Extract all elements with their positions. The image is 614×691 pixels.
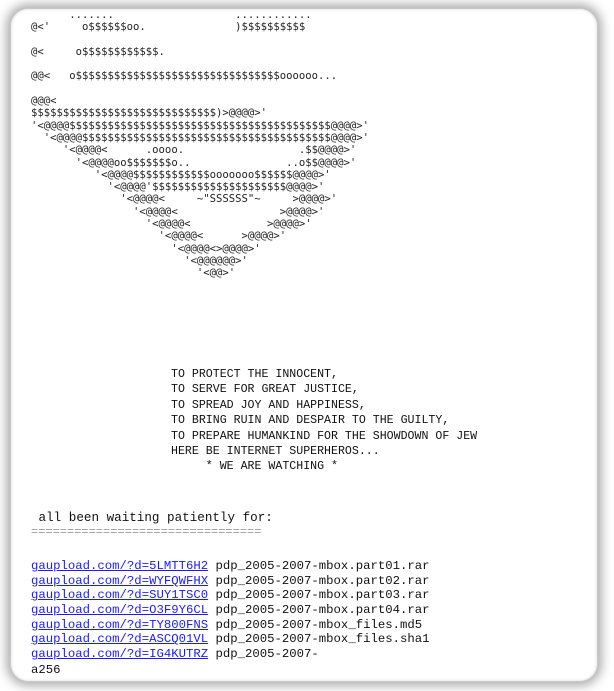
download-link[interactable]: gaupload.com/?d=5LMTT6H2 <box>31 559 208 573</box>
download-link[interactable]: gaupload.com/?d=ASCQ01VL <box>31 632 208 646</box>
file-row: gaupload.com/?d=ASCQ01VL pdp_2005-2007-m… <box>31 632 430 647</box>
file-name: pdp_2005-2007-mbox.part01.rar <box>208 559 430 573</box>
file-row: gaupload.com/?d=TY800FNS pdp_2005-2007-m… <box>31 618 430 633</box>
download-link-list: gaupload.com/?d=5LMTT6H2 pdp_2005-2007-m… <box>31 559 430 662</box>
intro-text: all been waiting patiently for: <box>31 511 273 525</box>
motto-text: TO PROTECT THE INNOCENT, TO SERVE FOR GR… <box>171 368 478 474</box>
file-name: pdp_2005-2007-mbox.part04.rar <box>208 603 430 618</box>
download-link[interactable]: gaupload.com/?d=SUY1TSC0 <box>31 588 208 602</box>
document-content: ....... ............ @<' o$$$$$$oo. )$$$… <box>31 9 591 681</box>
file-name: pdp_2005-2007-mbox.part03.rar <box>208 588 430 603</box>
file-name: pdp_2005-2007-mbox_files.md5 <box>208 617 423 632</box>
text-viewer-card: ....... ............ @<' o$$$$$$oo. )$$$… <box>10 8 598 682</box>
file-row: gaupload.com/?d=O3F9Y6CL pdp_2005-2007-m… <box>31 603 430 618</box>
download-link[interactable]: gaupload.com/?d=IG4KUTRZ <box>31 647 208 661</box>
ascii-art-logo: ....... ............ @<' o$$$$$$oo. )$$$… <box>31 9 370 280</box>
download-link[interactable]: gaupload.com/?d=WYFQWFHX <box>31 574 208 588</box>
download-link[interactable]: gaupload.com/?d=O3F9Y6CL <box>31 603 208 617</box>
separator-rule: ================================ <box>31 525 262 539</box>
file-name: pdp_2005-2007- <box>208 647 319 662</box>
truncated-text: a256 <box>31 663 61 677</box>
file-row: gaupload.com/?d=SUY1TSC0 pdp_2005-2007-m… <box>31 588 430 603</box>
file-name: pdp_2005-2007-mbox.part02.rar <box>208 573 430 588</box>
file-row: gaupload.com/?d=IG4KUTRZ pdp_2005-2007- <box>31 647 430 662</box>
file-row: gaupload.com/?d=5LMTT6H2 pdp_2005-2007-m… <box>31 559 430 574</box>
file-name: pdp_2005-2007-mbox_files.sha1 <box>208 632 430 647</box>
download-link[interactable]: gaupload.com/?d=TY800FNS <box>31 618 208 632</box>
file-row: gaupload.com/?d=WYFQWFHX pdp_2005-2007-m… <box>31 574 430 589</box>
